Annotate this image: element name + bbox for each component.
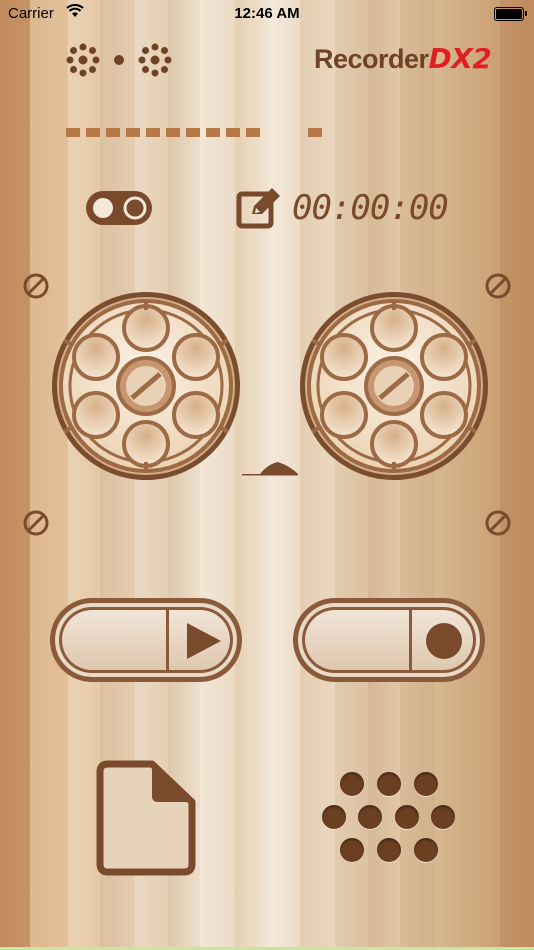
meter-segment	[106, 128, 120, 137]
button-divider	[166, 610, 169, 670]
keypad-dot	[395, 805, 419, 829]
edit-note-icon[interactable]	[236, 186, 282, 230]
play-icon	[187, 623, 221, 659]
brand-suffix: DX2	[428, 42, 492, 75]
keypad-dot	[431, 805, 455, 829]
status-bar: Carrier 12:46 AM	[0, 0, 534, 28]
keypad-dot	[358, 805, 382, 829]
button-divider	[409, 610, 412, 670]
tape-head	[242, 462, 298, 477]
sparkle-dot-sparkle-icon	[66, 43, 172, 77]
meter-segment	[206, 128, 220, 137]
meter-segment	[226, 128, 240, 137]
screw-icon	[485, 510, 511, 536]
keypad-dot	[377, 772, 401, 796]
meter-segment	[126, 128, 140, 137]
meter-segment	[86, 128, 100, 137]
right-reel	[300, 292, 488, 480]
meter-segment	[308, 128, 322, 137]
meter-segment	[166, 128, 180, 137]
elapsed-timer: 00:00:00	[292, 188, 449, 228]
meter-segment	[246, 128, 260, 137]
record-icon	[426, 623, 462, 659]
status-time: 12:46 AM	[234, 5, 300, 22]
keypad-dot	[340, 772, 364, 796]
screw-icon	[23, 510, 49, 536]
screw-icon	[23, 273, 49, 299]
play-button[interactable]	[50, 598, 242, 682]
record-button[interactable]	[293, 598, 485, 682]
meter-segment	[186, 128, 200, 137]
battery-icon	[494, 7, 527, 21]
meter-segment	[146, 128, 160, 137]
keypad-dot	[414, 772, 438, 796]
toggle-icon[interactable]	[85, 190, 153, 226]
brand-logo: RecorderDX2	[314, 42, 492, 75]
left-reel	[52, 292, 240, 480]
keypad-dot	[377, 838, 401, 862]
keypad-dot	[340, 838, 364, 862]
keypad-dot	[322, 805, 346, 829]
brand-name: Recorder	[314, 44, 429, 74]
meter-segment	[66, 128, 80, 137]
keypad-dot	[414, 838, 438, 862]
document-icon[interactable]	[96, 760, 196, 876]
keypad-icon[interactable]	[320, 770, 460, 870]
